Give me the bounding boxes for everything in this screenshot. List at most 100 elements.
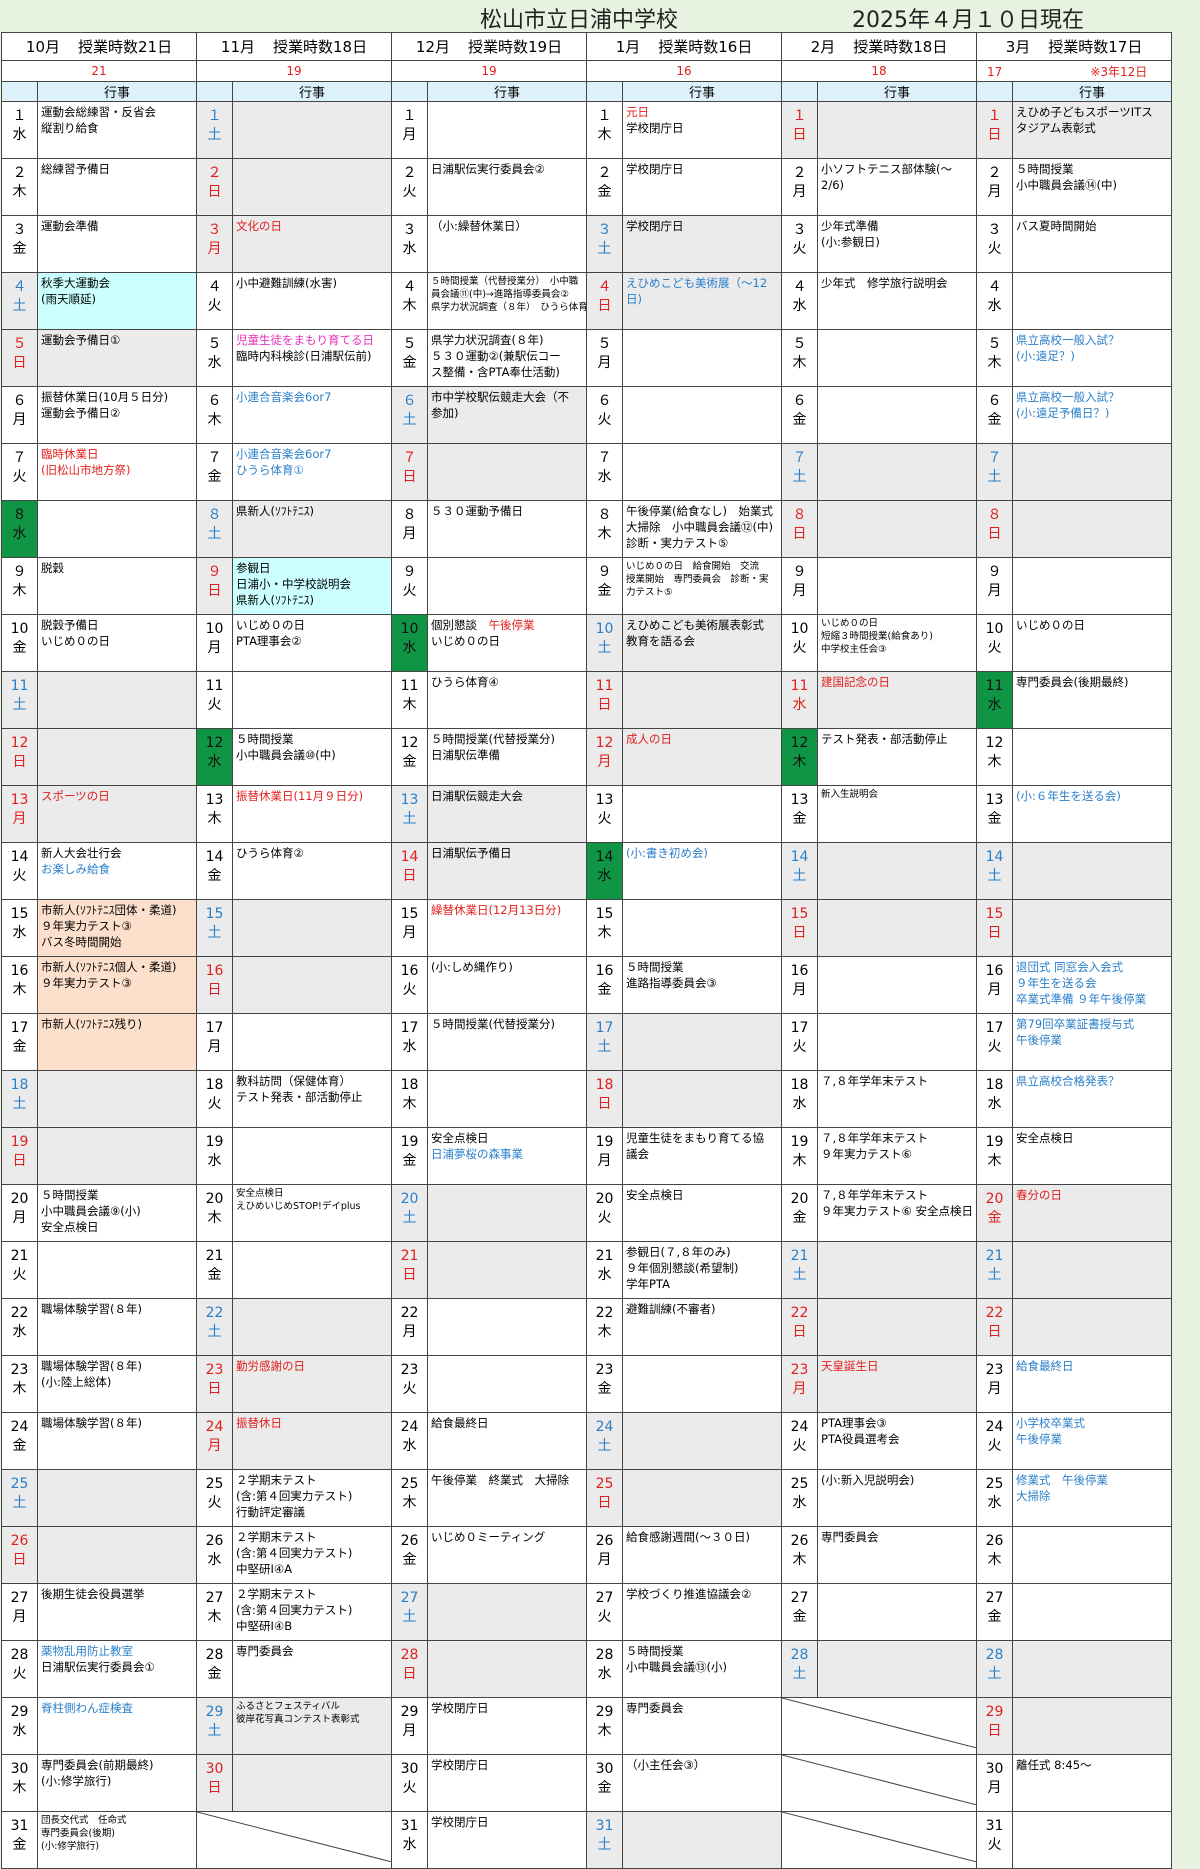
no-date-cell [781,1754,978,1812]
date-cell: 16 木 [1,956,38,1014]
date-cell: 22 土 [196,1298,233,1356]
date-cell: ７日 [391,443,428,501]
event-line: 診断・実力テスト⑤ [626,536,729,550]
weekday: 金 [207,469,222,485]
day-number: ４ [987,279,1002,295]
date-cell: １木 [586,101,623,159]
event-cell [1012,728,1173,786]
event-cell: (小:新入児説明会) [817,1469,978,1527]
weekday: 木 [987,1153,1002,1169]
day-number: 11 [10,678,29,694]
date-cell: ８日 [976,500,1014,558]
day-row: 16 木市新人(ｿﾌﾄﾃﾆｽ個人・柔道) ９年実力テスト③ 16 日 16 火 (小:しめ縄作… [1,956,1173,1014]
weekday: 金 [402,355,417,371]
day-number: 20 [790,1191,809,1207]
event-line: 県新人(ｿﾌﾄﾃﾆｽ) [236,504,314,518]
event-cell: 職場体験学習(８年) [37,1298,197,1356]
day-number: ３ [792,222,807,238]
weekday: 火 [12,1666,27,1682]
day-number: ２ [987,165,1002,181]
day-number: ７ [987,450,1002,466]
weekday: 木 [12,583,27,599]
event-cell: 県学力状況調査(８年) ５３０運動②(兼駅伝コー ス整備・含PTA奉仕活動) [427,329,587,387]
event-line: 卒業式準備 ９年午後停業 [1016,992,1147,1006]
day-row: 12 日 12 水 ５時間授業 小中職員会議⑩(中) 12 金 ５時間授業(代替授業分) 日浦駅伝… [1,728,1173,786]
day-number: 26 [400,1533,419,1549]
date-cell: 13 火 [586,785,623,843]
date-cell: 27 火 [586,1583,623,1641]
weekday: 水 [402,1837,417,1853]
event-cell: いじめ０の日 短縮３時間授業(給食あり) 中学校主任会③ [817,614,978,672]
day-number: 16 [790,963,809,979]
day-number: 12 [205,735,224,751]
date-cell: 31 土 [586,1811,623,1869]
date-cell: ６火 [586,386,623,444]
weekday: 木 [207,1210,222,1226]
event-line: 午後停業 終業式 大掃除 [431,1473,569,1487]
day-number: 26 [10,1533,29,1549]
day-number: 13 [595,792,614,808]
date-cell: ９月 [781,557,819,615]
event-line: ５３０運動②(兼駅伝コー [431,349,561,363]
no-date-line [782,1698,976,1748]
date-cell: ９金 [586,557,623,615]
day-number: 13 [790,792,809,808]
weekday: 金 [987,412,1002,428]
event-line: ７,８年学年末テスト [821,1131,929,1145]
weekday: 土 [402,412,417,428]
date-cell: 28 日 [391,1640,428,1698]
weekday: 日 [207,1780,222,1796]
day-number: 21 [595,1248,614,1264]
date-cell: 25 木 [391,1469,428,1527]
day-number: 30 [10,1761,29,1777]
date-cell: 20 金 [781,1184,819,1242]
event-line: PTA理事会② [236,634,302,648]
day-number: 31 [985,1818,1004,1834]
event-line: (小:新入児説明会) [821,1473,915,1487]
weekday: 日 [987,526,1002,542]
day-number: ３ [987,222,1002,238]
day-number: １ [12,108,27,124]
day-row: ８ 水 ８ 土県新人(ｿﾌﾄﾃﾆｽ) ８ 月 ５３０運動予備日 ８ 木午後停業(給食なし) 始業… [1,500,1173,558]
event-line: バス冬時間開始 [41,935,122,949]
weekday: 土 [207,526,222,542]
date-cell: 30 火 [391,1754,428,1812]
day-number: 23 [790,1362,809,1378]
event-cell: 市新人(ｿﾌﾄﾃﾆｽ残り) [37,1013,197,1071]
event-cell [427,1184,587,1242]
weekday: 木 [987,355,1002,371]
weekday: 木 [207,412,222,428]
day-number: 31 [10,1818,29,1834]
date-cell: 18 火 [196,1070,233,1128]
day-number: ２ [12,165,27,181]
weekday: 土 [12,1096,27,1112]
weekday: 土 [987,1666,1002,1682]
month-header: 10月 授業時数21日 [1,32,197,61]
event-line: 小中職員会議⑨(小) [41,1204,141,1218]
day-row: 23 木職場体験学習(８年) (小:陸上総体) 23 日勤労感謝の日 23 火 23 金 23 月天… [1,1355,1173,1413]
date-cell: 29 日 [976,1697,1014,1755]
date-cell: 26 金 [391,1526,428,1584]
weekday: 日 [207,982,222,998]
weekday: 日 [987,1324,1002,1340]
weekday: 金 [597,184,612,200]
event-line: ５時間授業 [626,960,684,974]
weekday: 月 [12,811,27,827]
weekday: 日 [987,127,1002,143]
weekday: 水 [792,1495,807,1511]
day-number: 28 [400,1647,419,1663]
date-cell: 19 水 [196,1127,233,1185]
day-number: 17 [790,1020,809,1036]
event-line: ９年実力テスト③ [41,919,132,933]
day-number: ２ [792,165,807,181]
event-cell [621,899,783,957]
day-number: 27 [790,1590,809,1606]
date-cell: ２火 [391,158,428,216]
day-number: 23 [595,1362,614,1378]
event-line: ２学期末テスト [236,1473,317,1487]
day-row: ５ 日運動会予備日① ５ 水児童生徒をまもり育てる日 臨時内科検診(日浦駅伝前) ５ 金県学… [1,329,1173,387]
day-number: 24 [400,1419,419,1435]
date-cell: 15 土 [196,899,233,957]
event-line: いじめ０の日 [1016,618,1086,632]
event-line: 団長交代式 任命式 [41,1815,127,1826]
